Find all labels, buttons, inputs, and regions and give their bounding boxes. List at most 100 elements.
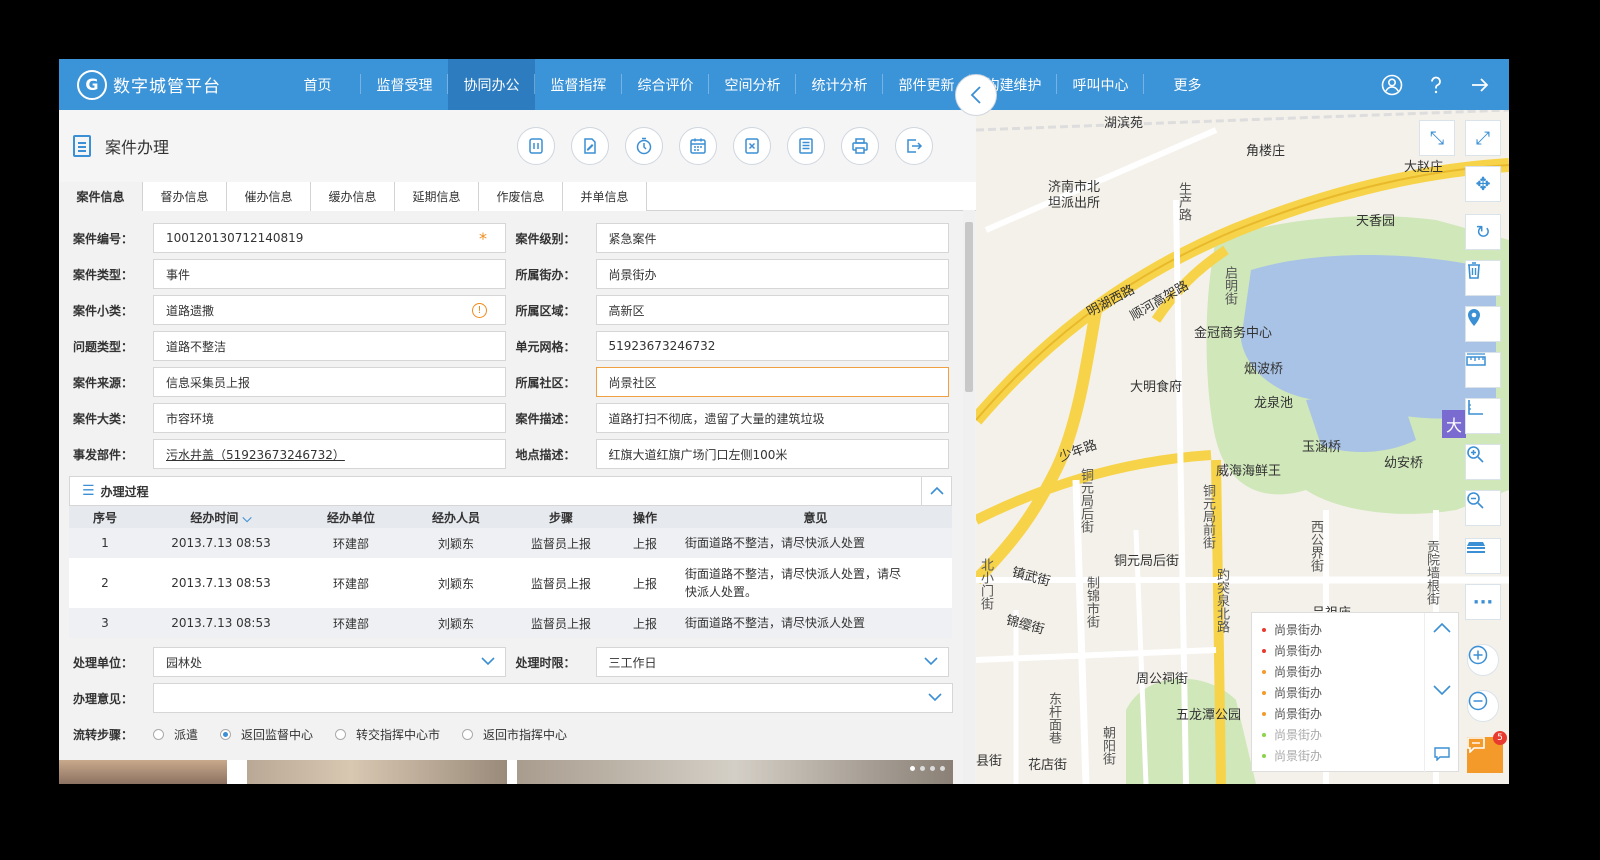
location-field[interactable]: 红旗大道红旗广场门口左侧100米 bbox=[595, 439, 949, 469]
toolbar bbox=[517, 127, 933, 165]
tab-merge-info[interactable]: 并单信息 bbox=[563, 182, 647, 211]
list-icon[interactable] bbox=[787, 127, 825, 165]
case-type-field[interactable]: 事件 bbox=[153, 259, 506, 289]
map-label: 铜元局后街 bbox=[1078, 468, 1093, 533]
form-scrollbar[interactable] bbox=[963, 210, 975, 784]
trash-icon[interactable] bbox=[1465, 260, 1501, 296]
legend-scroll bbox=[1424, 613, 1458, 773]
collapse-panel-button[interactable] bbox=[955, 74, 997, 116]
case-photo[interactable] bbox=[517, 760, 953, 784]
case-no-field[interactable]: 100120130712140819 * bbox=[153, 223, 506, 253]
tab-supervise-info[interactable]: 督办信息 bbox=[143, 182, 227, 211]
table-row[interactable]: 3 2013.7.13 08:53 环建部 刘颖东 监督员上报 上报 街面道路不… bbox=[69, 608, 952, 638]
radio-dot bbox=[462, 729, 474, 740]
zoom-out-icon[interactable] bbox=[1465, 490, 1501, 526]
radio-return-supervision[interactable]: 返回监督中心 bbox=[220, 726, 313, 743]
map-label: 大赵庄 bbox=[1404, 160, 1444, 175]
street-field[interactable]: 尚景街办 bbox=[595, 259, 949, 289]
chat-badge: 5 bbox=[1493, 731, 1507, 745]
calendar-icon[interactable] bbox=[679, 127, 717, 165]
legend-label: 尚景街办 bbox=[1274, 728, 1323, 742]
nav-item-home[interactable]: 首页 bbox=[274, 59, 361, 110]
zoom-in-icon[interactable] bbox=[1465, 444, 1501, 480]
handling-unit-select[interactable]: 园林处 bbox=[153, 647, 506, 677]
sub-type-field[interactable]: 道路遗撒! bbox=[153, 295, 506, 325]
pause-icon[interactable] bbox=[517, 127, 555, 165]
move-icon[interactable]: ✥ bbox=[1465, 166, 1501, 202]
legend-label: 尚景街办 bbox=[1274, 644, 1323, 658]
collapse-up-icon[interactable] bbox=[921, 477, 951, 505]
nav-item-supervision-command[interactable]: 监督指挥 bbox=[535, 59, 622, 110]
case-photo[interactable] bbox=[247, 760, 507, 784]
ruler-icon[interactable] bbox=[1465, 352, 1501, 388]
radio-transfer-command[interactable]: 转交指挥中心市 bbox=[335, 726, 440, 743]
menu-icon: ☰ bbox=[82, 483, 95, 499]
user-icon[interactable] bbox=[1381, 74, 1403, 96]
plus-circle-icon[interactable] bbox=[1467, 644, 1499, 676]
case-photo[interactable] bbox=[59, 760, 227, 784]
warning-icon[interactable]: ! bbox=[472, 302, 487, 318]
problem-type-field[interactable]: 道路不整洁 bbox=[153, 331, 506, 361]
case-level-label: 案件级别： bbox=[515, 231, 576, 246]
brand[interactable]: G 数字城管平台 bbox=[59, 59, 274, 110]
opinion-select[interactable] bbox=[153, 683, 953, 713]
print-icon[interactable] bbox=[841, 127, 879, 165]
edit-icon[interactable] bbox=[571, 127, 609, 165]
cell-no: 1 bbox=[69, 528, 141, 558]
cancel-icon[interactable] bbox=[733, 127, 771, 165]
scrollbar-thumb[interactable] bbox=[965, 222, 973, 392]
source-label: 案件来源： bbox=[73, 375, 134, 390]
nav-item-more[interactable]: 更多 bbox=[1144, 59, 1231, 110]
nav-item-spatial-analysis[interactable]: 空间分析 bbox=[709, 59, 796, 110]
tab-extend-info[interactable]: 延期信息 bbox=[395, 182, 479, 211]
minus-circle-icon[interactable] bbox=[1467, 690, 1499, 722]
source-field[interactable]: 信息采集员上报 bbox=[153, 367, 506, 397]
cell-unit: 环建部 bbox=[301, 528, 401, 558]
radio-dispatch[interactable]: 派遣 bbox=[153, 726, 198, 743]
logout-icon[interactable] bbox=[1469, 74, 1491, 96]
tab-case-info[interactable]: 案件信息 bbox=[59, 182, 143, 211]
layers-icon[interactable] bbox=[1465, 538, 1501, 574]
nav-item-statistics[interactable]: 统计分析 bbox=[796, 59, 883, 110]
nav-item-supervision-accept[interactable]: 监督受理 bbox=[361, 59, 448, 110]
area-measure-icon[interactable] bbox=[1465, 398, 1501, 434]
status-dot bbox=[1262, 627, 1266, 632]
shrink-icon[interactable]: ⤡ bbox=[1419, 120, 1455, 156]
component-field[interactable]: 污水井盖（51923673246732） bbox=[153, 439, 506, 469]
handling-period-select[interactable]: 三工作日 bbox=[595, 647, 949, 677]
tab-void-info[interactable]: 作废信息 bbox=[479, 182, 563, 211]
export-icon[interactable] bbox=[895, 127, 933, 165]
cell-opinion: 街面道路不整洁，请尽快派人处置 bbox=[679, 608, 952, 638]
cell-time: 2013.7.13 08:53 bbox=[141, 558, 301, 608]
fullscreen-icon[interactable]: ⤢ bbox=[1465, 120, 1501, 156]
carousel-dots[interactable] bbox=[910, 766, 945, 771]
component-label: 事发部件： bbox=[73, 447, 134, 462]
table-row[interactable]: 1 2013.7.13 08:53 环建部 刘颖东 监督员上报 上报 街面道路不… bbox=[69, 528, 952, 558]
district-field[interactable]: 高新区 bbox=[595, 295, 949, 325]
chat-button[interactable]: 5 bbox=[1467, 731, 1507, 773]
sort-down-icon[interactable]: ⌵ bbox=[243, 511, 252, 525]
table-row[interactable]: 2 2013.7.13 08:53 环建部 刘颖东 监督员上报 上报 街面道路不… bbox=[69, 558, 952, 608]
nav-item-collab-office[interactable]: 协同办公 bbox=[448, 59, 535, 110]
tab-urge-info[interactable]: 催办信息 bbox=[227, 182, 311, 211]
nav-item-call-center[interactable]: 呼叫中心 bbox=[1057, 59, 1144, 110]
case-level-field[interactable]: 紧急案件 bbox=[595, 223, 949, 253]
community-label: 所属社区： bbox=[515, 375, 576, 390]
col-time[interactable]: 经办时间 ⌵ bbox=[141, 506, 301, 528]
location-pin-icon[interactable] bbox=[1465, 306, 1501, 342]
map-view[interactable]: 湖滨苑 角楼庄 大赵庄 济南市北 坦派出所 生产路 天香园 明湖西路 顺河高架路… bbox=[976, 110, 1509, 784]
description-field[interactable]: 道路打扫不彻底，遗留了大量的建筑垃圾 bbox=[595, 403, 949, 433]
refresh-icon[interactable]: ↻ bbox=[1465, 214, 1501, 250]
grid-field[interactable]: 51923673246732 bbox=[595, 331, 949, 361]
nav-item-evaluation[interactable]: 综合评价 bbox=[622, 59, 709, 110]
radio-return-city-command[interactable]: 返回市指挥中心 bbox=[462, 726, 567, 743]
help-icon[interactable] bbox=[1425, 74, 1447, 96]
tab-postpone-info[interactable]: 缓办信息 bbox=[311, 182, 395, 211]
photo-gap bbox=[227, 760, 247, 784]
component-link[interactable]: 污水井盖（51923673246732） bbox=[166, 446, 345, 463]
legend-label: 尚景街办 bbox=[1274, 749, 1323, 763]
category-field[interactable]: 市容环境 bbox=[153, 403, 506, 433]
community-field[interactable]: 尚景社区 bbox=[595, 367, 949, 397]
more-icon[interactable]: ··· bbox=[1465, 584, 1501, 620]
timer-icon[interactable] bbox=[625, 127, 663, 165]
